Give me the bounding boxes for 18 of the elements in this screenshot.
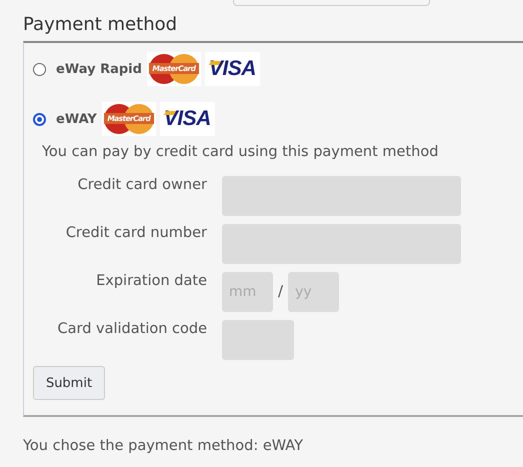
field-label: Credit card number [64,224,207,243]
status-message: You chose the payment method: eWAY [22,437,304,454]
input-field[interactable] [222,176,461,216]
submit-button[interactable]: Submit [33,366,105,400]
input-field[interactable] [222,224,461,264]
radio-button[interactable] [33,62,46,76]
description: You can pay by credit card using this payment method [42,143,440,162]
visa-logo: VISA [204,52,260,86]
method-label: eWay Rapid [56,62,142,76]
field-label: Credit card owner [76,176,207,195]
section-heading: Payment method [23,13,178,37]
field-label: Card validation code [56,320,207,339]
visa-logo: VISA [160,102,215,136]
input-field[interactable] [222,320,294,360]
field-label: Expiration date [95,272,207,291]
date-separator: / [278,282,284,300]
method-label: eWAY [56,112,97,126]
radio-button[interactable] [33,112,46,126]
